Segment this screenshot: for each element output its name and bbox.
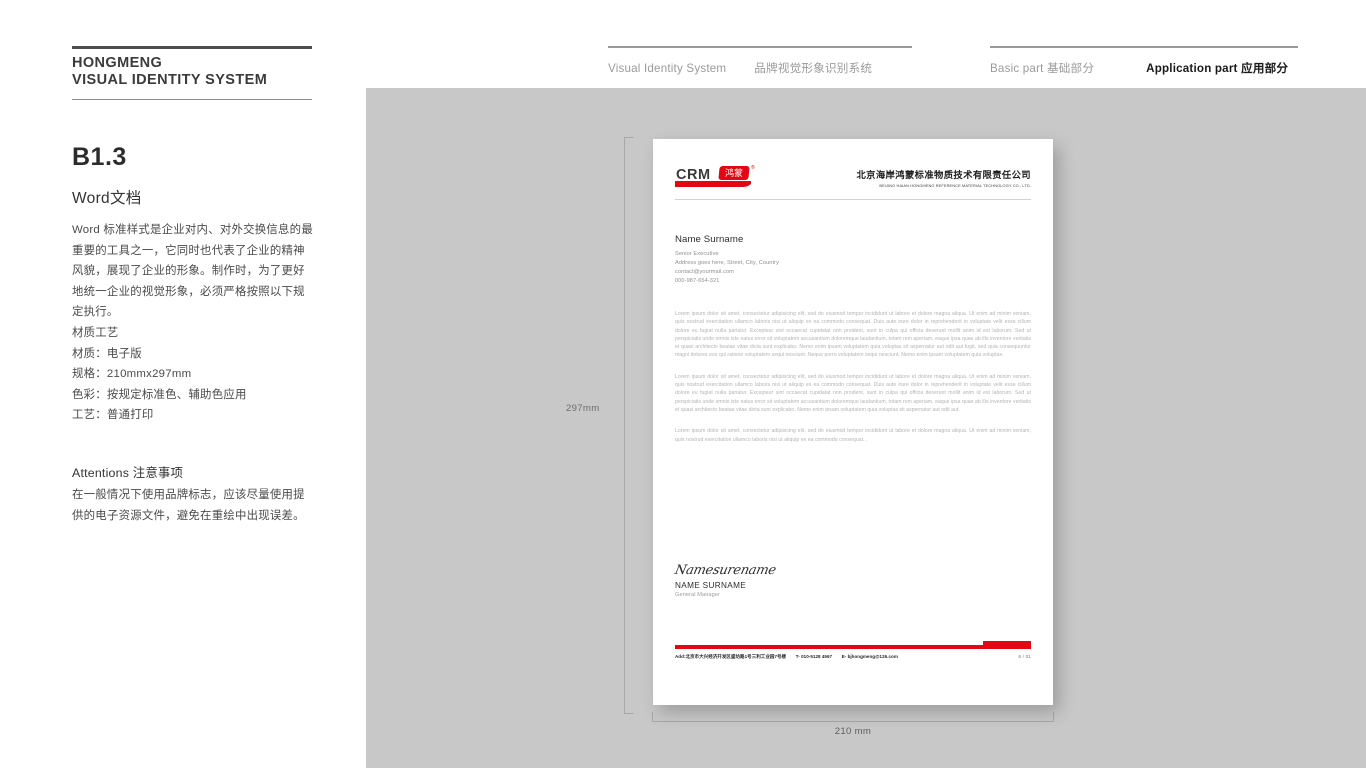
spec-item-process: 工艺：普通打印 bbox=[72, 409, 154, 422]
spec-heading: 材质工艺 bbox=[72, 326, 119, 339]
section-title: Word文档 bbox=[72, 190, 142, 207]
nav-group-system: Visual Identity System 品牌视觉形象识别系统 bbox=[608, 46, 912, 76]
brand-guideline-page: HONGMENG VISUAL IDENTITY SYSTEM B1.3 Wor… bbox=[0, 0, 1366, 768]
dimension-label-width: 210 mm bbox=[834, 726, 872, 737]
section-code: B1.3 bbox=[72, 143, 127, 171]
signature-role: General Manager bbox=[675, 592, 721, 598]
footer-red-bar bbox=[675, 644, 983, 649]
dimension-label-height: 297mm bbox=[566, 403, 600, 414]
section-intro-text: Word 标准样式是企业对内、对外交换信息的最重要的工具之一，它同时也代表了企业… bbox=[72, 224, 313, 319]
letterhead-header: CRM 鸿蒙 ® 北京海岸鸿蒙标准物质技术有限责任公司 BEIJING HAIA… bbox=[675, 165, 1031, 193]
brandmark-name: HONGMENG VISUAL IDENTITY SYSTEM bbox=[72, 49, 312, 92]
attentions-heading: Attentions 注意事项 bbox=[72, 466, 184, 480]
footer-tel: T- 010-5128 4567 bbox=[795, 654, 833, 659]
footer-page-number: 6 / 01 bbox=[1018, 654, 1031, 659]
letter-paragraph-1: Lorem ipsum dolor sit amet, consectetur … bbox=[675, 311, 1031, 359]
nav-item-basic-part[interactable]: Basic part 基础部分 bbox=[990, 60, 1094, 76]
company-name-cn: 北京海岸鸿蒙标准物质技术有限责任公司 bbox=[856, 170, 1031, 180]
registered-mark-icon: ® bbox=[751, 165, 755, 171]
letter-body: Lorem ipsum dolor sit amet, consectetur … bbox=[675, 310, 1031, 457]
letterhead-divider bbox=[675, 199, 1031, 200]
spec-list: 材质工艺 材质：电子版 规格：210mmx297mm 色彩：按规定标准色、辅助色… bbox=[72, 323, 316, 426]
crm-logo: CRM 鸿蒙 ® bbox=[675, 165, 761, 191]
letter-paragraph-2: Lorem ipsum dolor sit amet, consectetur … bbox=[675, 373, 1031, 413]
letter-paragraph-3: Lorem ipsum dolor sit amet, consectetur … bbox=[675, 428, 1031, 443]
footer-email: E- bjhongmeng@126.com bbox=[841, 654, 898, 659]
header-nav: Visual Identity System 品牌视觉形象识别系统 Basic … bbox=[608, 46, 1298, 86]
recipient-name: Name Surname bbox=[675, 234, 744, 245]
section-description: Word 标准样式是企业对内、对外交换信息的最重要的工具之一，它同时也代表了企业… bbox=[72, 220, 316, 426]
footer-contact: Add:北京市大兴经济开发区盛坊路1号三利工业园7号楼 T- 010-5128 … bbox=[675, 654, 898, 660]
logo-badge: 鸿蒙 bbox=[718, 166, 750, 180]
nav-item-vis-cn[interactable]: 品牌视觉形象识别系统 bbox=[754, 60, 872, 76]
letterhead-content: CRM 鸿蒙 ® 北京海岸鸿蒙标准物质技术有限责任公司 BEIJING HAIA… bbox=[673, 139, 1031, 705]
letterhead-footer: Add:北京市大兴经济开发区盛坊路1号三利工业园7号楼 T- 010-5128 … bbox=[675, 641, 1031, 663]
signature-block: Namesurename NAME SURNAME General Manage… bbox=[673, 563, 778, 598]
attentions-block: Attentions 注意事项 在一般情况下使用品牌标志，应该尽量使用提供的电子… bbox=[72, 463, 316, 526]
signature-name: NAME SURNAME bbox=[675, 581, 747, 590]
recipient-phone: 000-987-654-321 bbox=[675, 278, 720, 284]
spec-item-size: 规格：210mmx297mm bbox=[72, 368, 192, 381]
company-name-block: 北京海岸鸿蒙标准物质技术有限责任公司 BEIJING HAIAN HONGMEN… bbox=[856, 167, 1031, 188]
letterhead-mockup: CRM 鸿蒙 ® 北京海岸鸿蒙标准物质技术有限责任公司 BEIJING HAIA… bbox=[653, 139, 1053, 705]
attentions-body: 在一般情况下使用品牌标志，应该尽量使用提供的电子资源文件，避免在重绘中出现误差。 bbox=[72, 489, 305, 522]
company-name-en: BEIJING HAIAN HONGMENG REFERENCE MATERIA… bbox=[879, 182, 1031, 188]
spec-item-material: 材质：电子版 bbox=[72, 347, 142, 360]
nav-item-vis-en[interactable]: Visual Identity System bbox=[608, 62, 726, 75]
footer-red-step bbox=[983, 641, 1031, 649]
brandmark-rule-bottom bbox=[72, 99, 312, 100]
recipient-title: Senior Executive bbox=[675, 251, 719, 257]
left-info-panel: HONGMENG VISUAL IDENTITY SYSTEM B1.3 Wor… bbox=[0, 0, 366, 768]
brandmark: HONGMENG VISUAL IDENTITY SYSTEM bbox=[72, 46, 312, 100]
dimension-guide-horizontal: 210 mm bbox=[652, 712, 1054, 737]
recipient-email: contact@yourmail.com bbox=[675, 269, 734, 275]
brandmark-line2: VISUAL IDENTITY SYSTEM bbox=[72, 72, 268, 88]
signature-script: Namesurename bbox=[673, 563, 778, 578]
recipient-block: Name Surname Senior Executive Address go… bbox=[675, 234, 779, 286]
footer-address: Add:北京市大兴经济开发区盛坊路1号三利工业园7号楼 bbox=[675, 654, 787, 659]
logo-badge-text: 鸿蒙 bbox=[724, 168, 743, 178]
nav-group-parts: Basic part 基础部分 Application part 应用部分 bbox=[990, 46, 1298, 76]
nav-item-application-part[interactable]: Application part 应用部分 bbox=[1146, 60, 1288, 76]
brandmark-line1: HONGMENG bbox=[72, 55, 163, 71]
logo-swoosh-shape bbox=[675, 181, 751, 187]
dimension-guide-vertical bbox=[624, 137, 634, 714]
spec-item-color: 色彩：按规定标准色、辅助色应用 bbox=[72, 388, 247, 401]
recipient-address: Address goes here, Street, City, Country bbox=[675, 260, 780, 266]
